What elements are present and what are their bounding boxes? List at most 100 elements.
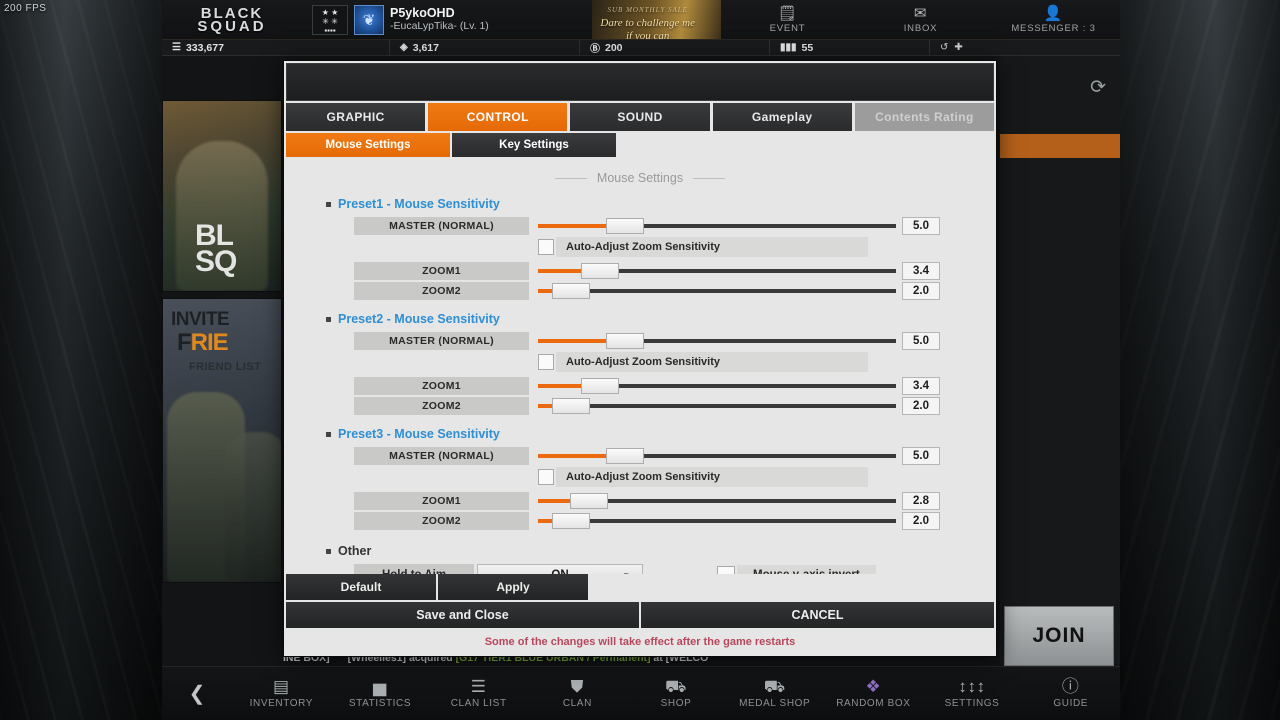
cancel-button[interactable]: CANCEL [641,602,994,628]
tab-control[interactable]: CONTROL [428,103,568,131]
preset-3-master-slider[interactable] [538,447,896,465]
ticket-icon: ▮▮▮ [780,42,797,53]
preset-1-zoom2-value[interactable]: 2.0 [902,282,940,300]
preset-1-auto-adjust-row[interactable]: Auto-Adjust Zoom Sensitivity [538,237,996,257]
preset-2-zoom1-slider[interactable] [538,377,896,395]
preset-3-zoom2-slider[interactable] [538,512,896,530]
save-and-close-button[interactable]: Save and Close [286,602,639,628]
preset-1-zoom1-label: ZOOM1 [354,262,529,280]
bottom-nav-item-medal-shop[interactable]: ⛟ MEDAL SHOP [725,678,824,709]
envelope-icon: ✉ [913,4,928,22]
slider-knob[interactable] [580,378,619,394]
preset-group-1: Preset1 - Mouse Sensitivity MASTER (NORM… [284,197,996,300]
slider-knob[interactable] [552,398,591,414]
preset-2-zoom2-value[interactable]: 2.0 [902,397,940,415]
preset-1-master-value[interactable]: 5.0 [902,217,940,235]
bottom-nav-item-statistics[interactable]: ▅ STATISTICS [331,678,430,709]
slider-knob[interactable] [606,218,645,234]
preset-3-zoom1-slider[interactable] [538,492,896,510]
player-clan: -EucaLypTika- (Lv. 1) [390,20,489,32]
promo-banner-line-2: if you can [626,30,670,39]
currency-coin: ☰ 333,677 [162,40,390,55]
currency-gem: ◈ 3,617 [390,40,580,55]
preset-3-zoom2-label: ZOOM2 [354,512,529,530]
hold-to-aim-row: Hold to Aim ON ▼ Mouse y-axis invert [354,564,996,574]
preset-1-zoom2-slider[interactable] [538,282,896,300]
refresh-small-icon[interactable]: ↺ [940,42,948,53]
tab-sound[interactable]: SOUND [570,103,710,131]
bottom-nav-item-random-box[interactable]: ❖ RANDOM BOX [824,678,923,709]
slider-knob[interactable] [606,333,645,349]
preset-2-title: Preset2 - Mouse Sensitivity [338,312,500,326]
bottom-nav-item-clan-list[interactable]: ☰ CLAN LIST [429,678,528,709]
preset-2-master-row: MASTER (NORMAL) 5.0 [284,332,996,350]
promo-banner-line-1: Dare to challenge me [600,17,695,29]
preset-1-auto-adjust-label: Auto-Adjust Zoom Sensitivity [556,237,868,257]
mouse-invert-checkbox[interactable] [717,566,735,574]
slider-knob[interactable] [552,283,591,299]
preset-1-zoom1-slider[interactable] [538,262,896,280]
bottom-nav-item-settings[interactable]: ↕↕↕ SETTINGS [923,678,1022,709]
preset-2-auto-adjust-checkbox[interactable] [538,354,554,370]
preset-3-auto-adjust-row[interactable]: Auto-Adjust Zoom Sensitivity [538,467,996,487]
invite-title-rie: RIE [190,329,229,356]
preset-3-zoom1-value[interactable]: 2.8 [902,492,940,510]
preset-3-auto-adjust-checkbox[interactable] [538,469,554,485]
default-button[interactable]: Default [286,574,436,600]
preset-2-zoom1-label: ZOOM1 [354,377,529,395]
preset-1-zoom2-row: ZOOM2 2.0 [284,282,996,300]
preset-2-zoom1-value[interactable]: 3.4 [902,377,940,395]
bottom-nav-item-shop[interactable]: ⛟ SHOP [627,678,726,709]
preset-3-zoom2-row: ZOOM2 2.0 [284,512,996,530]
promo-banner-small: SUB MONTHLY SALE [607,6,688,14]
bottom-nav-label-settings: SETTINGS [944,698,1000,709]
preset-2-master-slider[interactable] [538,332,896,350]
currency-actions: ↺ ✚ [930,42,963,53]
preset-1-title-row: Preset1 - Mouse Sensitivity [326,197,996,211]
hold-to-aim-select[interactable]: ON ▼ [477,564,643,574]
preset-3-master-label: MASTER (NORMAL) [354,447,529,465]
subtab-mouse-settings[interactable]: Mouse Settings [286,133,450,157]
subtab-key-settings[interactable]: Key Settings [452,133,616,157]
bottom-nav-label-clan: CLAN [562,698,592,709]
invite-friend-banner[interactable]: INVITE FRIE FRIEND LIST [162,298,282,583]
character-banner[interactable]: BL SQ [162,100,282,292]
tab-graphic[interactable]: GRAPHIC [286,103,426,131]
mouse-invert-label: Mouse y-axis invert [737,565,876,574]
preset-2-zoom2-slider[interactable] [538,397,896,415]
preset-2-auto-adjust-row[interactable]: Auto-Adjust Zoom Sensitivity [538,352,996,372]
top-nav-item-messenger[interactable]: 👤 MESSENGER : 3 [987,0,1120,39]
slider-knob[interactable] [570,493,609,509]
refresh-icon[interactable]: ⟳ [1090,76,1106,99]
preset-3-zoom2-value[interactable]: 2.0 [902,512,940,530]
player-name: P5ykoOHD [390,6,455,20]
chevron-down-icon: ▼ [622,571,630,575]
preset-3-master-value[interactable]: 5.0 [902,447,940,465]
promo-banner-text: SUB MONTHLY SALE Dare to challenge me if… [600,4,695,39]
slider-knob[interactable] [606,448,645,464]
plus-icon[interactable]: ✚ [954,42,962,53]
preset-1-zoom1-value[interactable]: 3.4 [902,262,940,280]
player-profile[interactable]: ★ ★ ✳ ✳ ▪▪▪▪ ❦ P5ykoOHD -EucaLypTika- (Lv.… [302,0,592,39]
bottom-nav-item-clan[interactable]: ⛊ CLAN [528,678,627,709]
bottom-nav-label-guide: GUIDE [1053,698,1089,709]
top-nav-item-event[interactable]: 🗒 EVENT [721,0,854,39]
slider-knob[interactable] [580,263,619,279]
preset-1-master-slider[interactable] [538,217,896,235]
slider-knob[interactable] [552,513,591,529]
watermark-line-2: SQ [195,245,237,278]
section-rule-right [693,177,726,179]
medal-cart-icon: ⛟ [763,677,786,696]
back-button[interactable]: ❮ [162,681,232,706]
mouse-invert-row[interactable]: Mouse y-axis invert [717,565,876,574]
preset-1-auto-adjust-checkbox[interactable] [538,239,554,255]
bottom-nav-item-inventory[interactable]: ▤ INVENTORY [232,678,331,709]
apply-button[interactable]: Apply [438,574,588,600]
bottom-nav-item-guide[interactable]: ⓘ GUIDE [1021,678,1120,709]
preset-2-master-value[interactable]: 5.0 [902,332,940,350]
top-nav-item-inbox[interactable]: ✉ INBOX [854,0,987,39]
tab-gameplay[interactable]: Gameplay [712,103,852,131]
list-icon: ☰ [470,677,487,696]
promo-banner[interactable]: SUB MONTHLY SALE Dare to challenge me if… [592,0,721,39]
hold-to-aim-label: Hold to Aim [354,564,474,574]
